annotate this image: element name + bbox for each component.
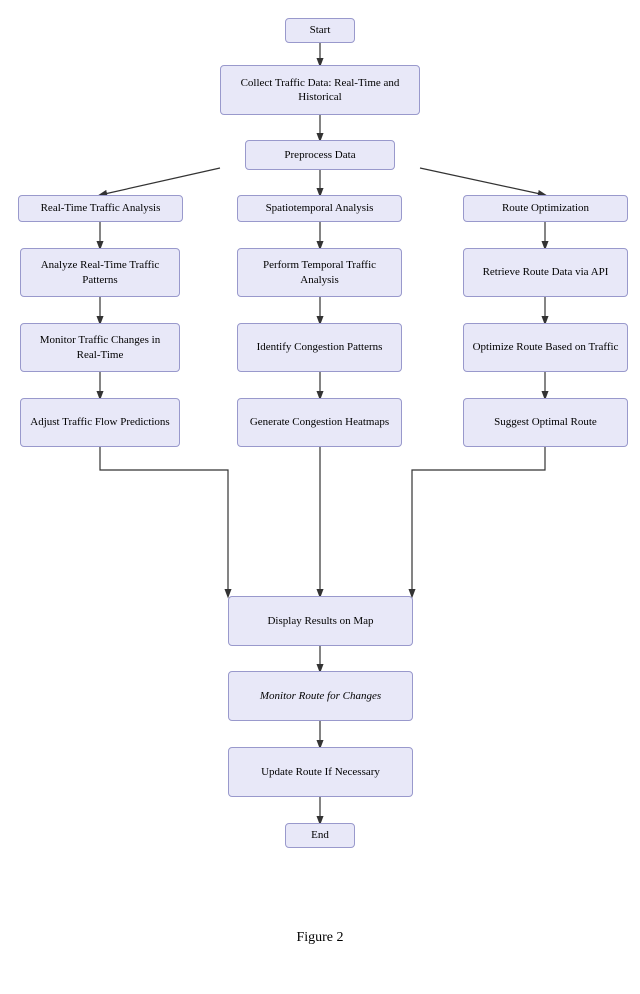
temporal-traffic-node: Perform Temporal Traffic Analysis — [237, 248, 402, 297]
update-route-node: Update Route If Necessary — [228, 747, 413, 797]
adjust-flow-node: Adjust Traffic Flow Predictions — [20, 398, 180, 447]
figure-caption: Figure 2 — [0, 930, 640, 966]
spatiotemporal-node: Spatiotemporal Analysis — [237, 195, 402, 222]
preprocess-node: Preprocess Data — [245, 140, 395, 170]
end-node: End — [285, 823, 355, 848]
identify-congestion-node: Identify Congestion Patterns — [237, 323, 402, 372]
realtime-analysis-node: Real-Time Traffic Analysis — [18, 195, 183, 222]
start-node: Start — [285, 18, 355, 43]
generate-heatmaps-node: Generate Congestion Heatmaps — [237, 398, 402, 447]
analyze-patterns-node: Analyze Real-Time Traffic Patterns — [20, 248, 180, 297]
monitor-route-node: Monitor Route for Changes — [228, 671, 413, 721]
retrieve-route-node: Retrieve Route Data via API — [463, 248, 628, 297]
flowchart: Start Collect Traffic Data: Real-Time an… — [0, 0, 640, 920]
display-results-node: Display Results on Map — [228, 596, 413, 646]
route-opt-node: Route Optimization — [463, 195, 628, 222]
suggest-route-node: Suggest Optimal Route — [463, 398, 628, 447]
collect-node: Collect Traffic Data: Real-Time and Hist… — [220, 65, 420, 115]
monitor-traffic-node: Monitor Traffic Changes in Real-Time — [20, 323, 180, 372]
optimize-route-node: Optimize Route Based on Traffic — [463, 323, 628, 372]
